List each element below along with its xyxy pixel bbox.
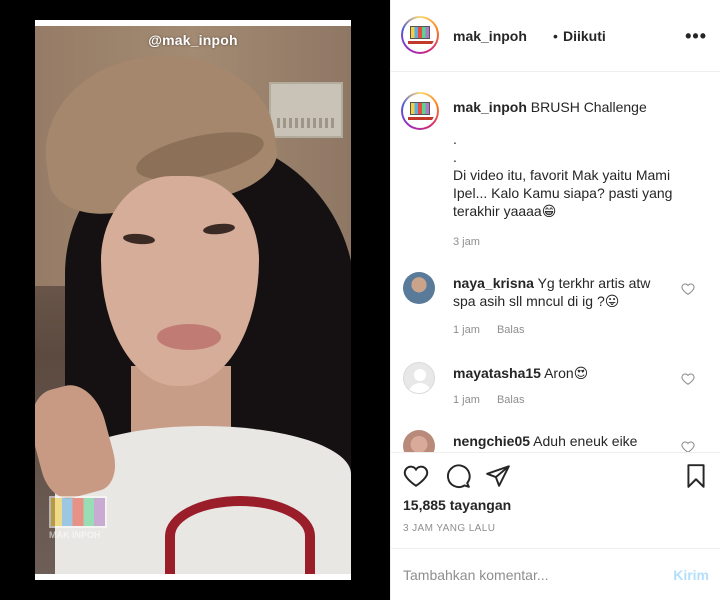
- tv-logo-icon: [49, 496, 107, 528]
- comment-text: nengchie05 Aduh eneuk eike: [453, 432, 673, 450]
- post-timestamp: 3 JAM YANG LALU: [403, 523, 496, 534]
- comment-text: naya_krisna Yg terkhr artis atw spa asih…: [453, 274, 673, 310]
- caption-text: mak_inpoh BRUSH Challenge . . Di video i…: [453, 98, 709, 220]
- comment-time: 1 jam: [453, 324, 480, 336]
- add-comment-bar: Kirim: [391, 548, 720, 600]
- person-lips: [157, 324, 221, 350]
- commenter-avatar[interactable]: [403, 272, 435, 304]
- caption-line-3: terakhir yaaaa😁: [453, 203, 557, 219]
- header-username[interactable]: mak_inpoh: [453, 28, 527, 44]
- post-header: mak_inpoh • Diikuti •••: [391, 0, 720, 72]
- bag-strap: [165, 496, 315, 574]
- comment-input[interactable]: [403, 563, 653, 587]
- account-avatar[interactable]: [401, 16, 439, 54]
- comment-meta: 1 jam Balas: [453, 324, 539, 336]
- tv-logo-icon: [410, 102, 430, 115]
- post-comment-button[interactable]: Kirim: [673, 567, 709, 583]
- follow-status-button[interactable]: Diikuti: [563, 28, 606, 44]
- comment-body-line-2: spa asih sll mncul di ig ?😛: [453, 293, 620, 309]
- person-eye-left: [122, 232, 156, 246]
- commenter-avatar[interactable]: [403, 430, 435, 452]
- video-frame: @mak_inpoh MAK INPOH: [35, 20, 351, 580]
- comment-body-line-1: Aron😍: [544, 365, 589, 381]
- more-horizontal-icon[interactable]: •••: [685, 26, 707, 47]
- caption-username[interactable]: mak_inpoh: [453, 99, 527, 115]
- video-stage: @mak_inpoh MAK INPOH: [0, 0, 390, 600]
- comment-body-line-1: Aduh eneuk eike: [533, 433, 638, 449]
- header-separator: •: [553, 28, 558, 44]
- video-logo-watermark: MAK INPOH: [49, 496, 107, 540]
- comment-item: naya_krisna Yg terkhr artis atw spa asih…: [391, 272, 720, 342]
- person-eye-right: [202, 222, 236, 236]
- comment-icon[interactable]: [445, 463, 471, 489]
- comment-like-heart-icon[interactable]: [681, 372, 695, 386]
- comments-scroll-area[interactable]: mak_inpoh BRUSH Challenge . . Di video i…: [391, 72, 720, 452]
- caption-dot-2: .: [453, 149, 457, 165]
- comment-body-line-1: Yg terkhr artis atw: [537, 275, 651, 291]
- post-actions: 15,885 tayangan 3 JAM YANG LALU: [391, 452, 720, 548]
- caption-timestamp: 3 jam: [453, 236, 480, 248]
- caption-line-1: Di video itu, favorit Mak yaitu Mami: [453, 167, 671, 183]
- reply-button[interactable]: Balas: [497, 394, 525, 406]
- comment-meta: 1 jam Balas: [453, 394, 539, 406]
- comment-like-heart-icon[interactable]: [681, 440, 695, 452]
- caption-line-2: Ipel... Kalo Kamu siapa? pasti yang: [453, 185, 673, 201]
- view-count[interactable]: 15,885 tayangan: [403, 497, 511, 513]
- user-silhouette-icon: [408, 369, 432, 393]
- heart-icon[interactable]: [403, 463, 429, 489]
- tv-logo-icon: [410, 26, 430, 39]
- bookmark-icon[interactable]: [683, 463, 709, 489]
- comment-text: mayatasha15 Aron😍: [453, 364, 673, 382]
- comment-username[interactable]: mayatasha15: [453, 365, 541, 381]
- comment-time: 1 jam: [453, 394, 480, 406]
- air-conditioner: [269, 82, 343, 138]
- commenter-avatar-placeholder[interactable]: [403, 362, 435, 394]
- share-icon[interactable]: [485, 463, 511, 489]
- video-watermark: @mak_inpoh: [148, 32, 238, 48]
- comment-item: mayatasha15 Aron😍 1 jam Balas: [391, 362, 720, 432]
- caption-title: BRUSH Challenge: [530, 99, 647, 115]
- comment-like-heart-icon[interactable]: [681, 282, 695, 296]
- caption-avatar[interactable]: [401, 92, 439, 130]
- caption-dot-1: .: [453, 131, 457, 147]
- comment-username[interactable]: naya_krisna: [453, 275, 534, 291]
- comment-username[interactable]: nengchie05: [453, 433, 530, 449]
- reply-button[interactable]: Balas: [497, 324, 525, 336]
- post-panel: mak_inpoh • Diikuti ••• mak_inpoh BRUSH …: [390, 0, 720, 600]
- video-player[interactable]: @mak_inpoh MAK INPOH: [35, 26, 351, 574]
- video-logo-text: MAK INPOH: [49, 530, 101, 540]
- comment-item: nengchie05 Aduh eneuk eike: [391, 430, 720, 452]
